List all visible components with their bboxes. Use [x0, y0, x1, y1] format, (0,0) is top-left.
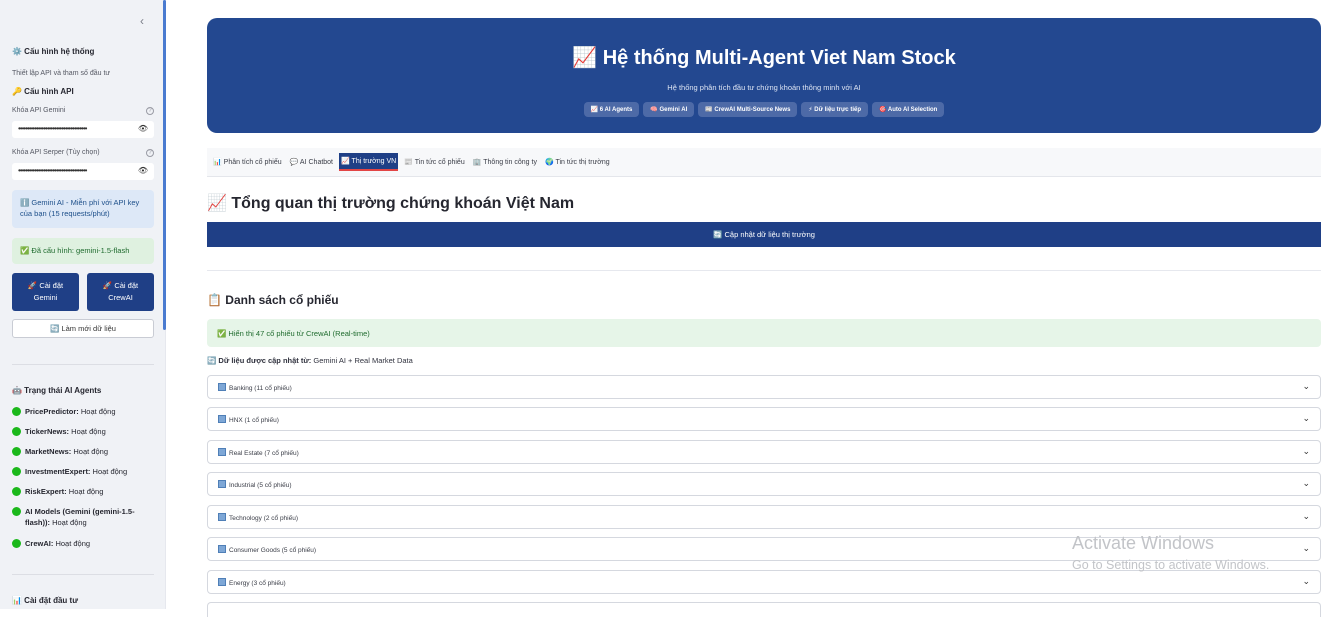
agent-status: AI Models (Gemini (gemini-1.5-flash)): H… [12, 506, 154, 528]
agents-title: 🤖 Trạng thái AI Agents [12, 386, 102, 395]
sidebar-scrollbar[interactable] [163, 0, 166, 330]
table-icon [218, 578, 226, 586]
feature-chip: ⚡ Dữ liệu trực tiếp [801, 102, 868, 117]
app-title: 📈 Hệ thống Multi-Agent Viet Nam Stock [572, 47, 956, 69]
feature-chip: 📰 CrewAI Multi-Source News [698, 102, 798, 117]
install-gemini-line1: 🚀 Cài đặt [27, 281, 64, 290]
status-dot-icon [12, 507, 21, 516]
status-dot-icon [12, 467, 21, 476]
chevron-down-icon: ⌄ [1302, 543, 1310, 553]
stock-list-title: 📋 Danh sách cổ phiếu [207, 293, 339, 307]
hero-banner: 📈 Hệ thống Multi-Agent Viet Nam Stock Hệ… [207, 18, 1321, 133]
serper-key-value: •••••••••••••••••••••••••••••••••••••• [18, 166, 87, 175]
page-title: 📈 Tổng quan thị trường chứng khoán Việt … [207, 195, 575, 212]
invest-settings-title: 📊 Cài đặt đầu tư [12, 596, 78, 605]
gemini-key-input[interactable]: •••••••••••••••••••••••••••••••••••••• 👁 [12, 121, 154, 138]
agent-status: MarketNews: Hoạt động [12, 446, 108, 457]
chevron-down-icon: ⌄ [1302, 413, 1310, 423]
collapse-sidebar-icon[interactable]: ‹ [140, 14, 144, 28]
install-gemini-line2: Gemini [33, 293, 58, 302]
feature-chip: 📈 6 AI Agents [583, 102, 640, 117]
table-icon [218, 415, 226, 423]
divider [12, 364, 154, 365]
eye-icon[interactable]: 👁 [138, 166, 148, 175]
gemini-info-box: ℹ️ Gemini AI - Miễn phí với API key của … [12, 190, 154, 228]
install-crewai-line1: 🚀 Cài đặt [102, 281, 139, 290]
configured-status: ✅ Đã cấu hình: gemini-1.5-flash [12, 238, 154, 264]
status-dot-icon [12, 427, 21, 436]
status-dot-icon [12, 447, 21, 456]
sector-expander[interactable] [207, 602, 1321, 617]
table-icon [218, 383, 226, 391]
sector-expander[interactable]: Technology (2 cổ phiếu) ⌄ [207, 505, 1321, 529]
activate-windows-hint: Go to Settings to activate Windows. [1072, 558, 1270, 572]
sidebar: ‹ ⚙️ Cấu hình hệ thống Thiết lập API và … [0, 0, 166, 609]
chevron-down-icon: ⌄ [1302, 381, 1310, 391]
status-dot-icon [12, 539, 21, 548]
install-crewai-button[interactable]: 🚀 Cài đặt CrewAI [87, 273, 154, 311]
table-icon [218, 545, 226, 553]
app-subtitle: Hệ thống phân tích đầu tư chứng khoán th… [667, 83, 861, 92]
status-dot-icon [12, 487, 21, 496]
eye-icon[interactable]: 👁 [138, 124, 148, 133]
system-config-title: ⚙️ Cấu hình hệ thống [12, 47, 95, 56]
tab-bar: 📊 Phân tích cổ phiếu 💬 AI Chatbot 📈 Thị … [207, 148, 1321, 177]
sector-expander[interactable]: Real Estate (7 cổ phiếu) ⌄ [207, 440, 1321, 464]
divider [207, 270, 1321, 271]
tab-market-news[interactable]: 🌍 Tin tức thị trường [543, 154, 612, 170]
chevron-down-icon: ⌄ [1302, 576, 1310, 586]
agent-status: RiskExpert: Hoạt động [12, 486, 103, 497]
feature-chips: 📈 6 AI Agents 🧠 Gemini AI 📰 CrewAI Multi… [207, 102, 1321, 117]
gemini-key-label: Khóa API Gemini [12, 107, 66, 114]
refresh-data-button[interactable]: 🔄 Làm mới dữ liệu [12, 319, 154, 338]
status-dot-icon [12, 407, 21, 416]
sector-expander[interactable]: Banking (11 cổ phiếu) ⌄ [207, 375, 1321, 399]
agent-status: TickerNews: Hoạt động [12, 426, 106, 437]
agent-status: PricePredictor: Hoạt động [12, 406, 116, 417]
update-market-data-button[interactable]: 🔄 Cập nhật dữ liệu thị trường [207, 222, 1321, 247]
tab-ai-chatbot[interactable]: 💬 AI Chatbot [288, 154, 335, 170]
sector-expander[interactable]: Energy (3 cổ phiếu) ⌄ [207, 570, 1321, 594]
api-config-title: 🔑 Cấu hình API [12, 87, 74, 96]
help-icon[interactable]: ? [146, 107, 154, 115]
agent-status: CrewAI: Hoạt động [12, 538, 90, 549]
serper-key-label: Khóa API Serper (Tùy chọn) [12, 149, 100, 156]
feature-chip: 🧠 Gemini AI [643, 102, 695, 117]
stock-count-message: ✅ Hiển thị 47 cổ phiếu từ CrewAI (Real-t… [207, 319, 1321, 347]
sector-expander[interactable]: HNX (1 cổ phiếu) ⌄ [207, 407, 1321, 431]
agent-status: InvestmentExpert: Hoạt động [12, 466, 127, 477]
chevron-down-icon: ⌄ [1302, 511, 1310, 521]
tab-stock-analysis[interactable]: 📊 Phân tích cổ phiếu [211, 154, 284, 170]
serper-key-input[interactable]: •••••••••••••••••••••••••••••••••••••• 👁 [12, 163, 154, 180]
tab-vn-market[interactable]: 📈 Thị trường VN [339, 153, 399, 171]
divider [12, 574, 154, 575]
system-config-desc: Thiết lập API và tham số đầu tư [12, 70, 111, 77]
activate-windows-watermark: Activate Windows [1072, 533, 1215, 553]
table-icon [218, 513, 226, 521]
sector-expander[interactable]: Industrial (5 cổ phiếu) ⌄ [207, 472, 1321, 496]
chevron-down-icon: ⌄ [1302, 446, 1310, 456]
feature-chip: 🎯 Auto AI Selection [871, 102, 945, 117]
data-source-line: 🔄 Dữ liệu được cập nhật từ: Gemini AI + … [207, 356, 413, 365]
chevron-down-icon: ⌄ [1302, 478, 1310, 488]
install-gemini-button[interactable]: 🚀 Cài đặt Gemini [12, 273, 79, 311]
table-icon [218, 480, 226, 488]
tab-company-info[interactable]: 🏢 Thông tin công ty [471, 154, 539, 170]
gemini-key-value: •••••••••••••••••••••••••••••••••••••• [18, 124, 87, 133]
tab-stock-news[interactable]: 📰 Tin tức cổ phiếu [402, 154, 466, 170]
install-crewai-line2: CrewAI [108, 293, 133, 302]
help-icon[interactable]: ? [146, 149, 154, 157]
table-icon [218, 448, 226, 456]
